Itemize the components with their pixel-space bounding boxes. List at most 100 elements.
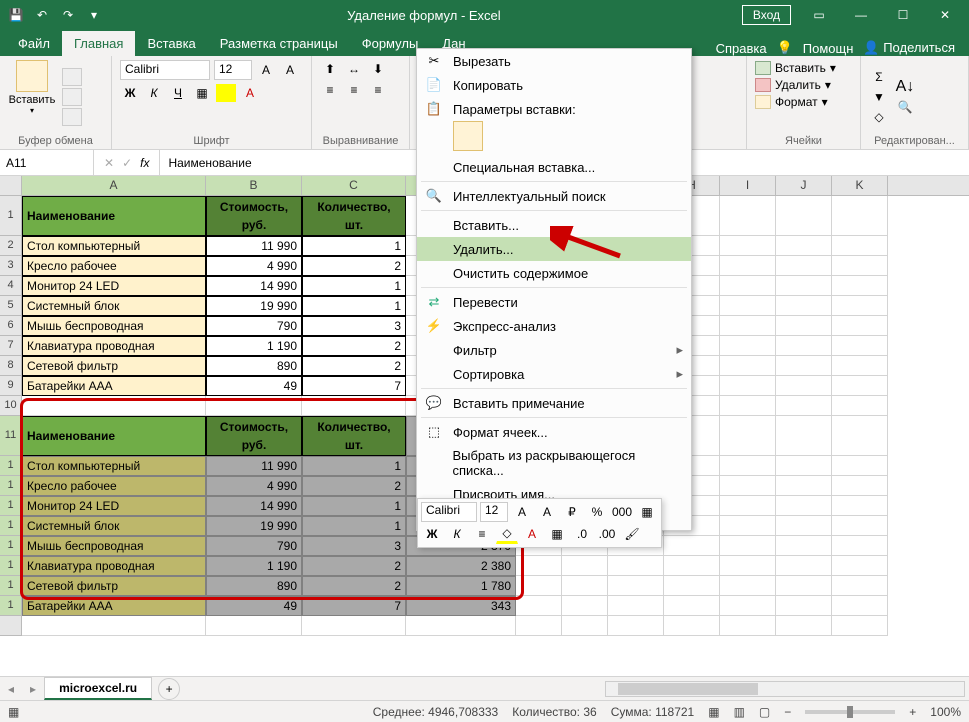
font-name-select[interactable]: Calibri	[120, 60, 210, 80]
cell[interactable]: 1	[302, 456, 406, 476]
cell[interactable]: 7	[302, 376, 406, 396]
row-header[interactable]: 6	[0, 316, 22, 336]
cell[interactable]	[776, 596, 832, 616]
fx-icon[interactable]: fx	[140, 156, 149, 170]
cell[interactable]	[516, 596, 562, 616]
login-button[interactable]: Вход	[742, 5, 791, 25]
cell[interactable]	[720, 316, 776, 336]
cell[interactable]	[776, 196, 832, 236]
cell[interactable]: Количество, шт.	[302, 196, 406, 236]
horizontal-scrollbar[interactable]	[605, 681, 965, 697]
mini-accounting-icon[interactable]: ₽	[561, 502, 583, 522]
cell[interactable]	[832, 256, 888, 276]
cell[interactable]	[776, 576, 832, 596]
ctx-comment[interactable]: 💬Вставить примечание	[417, 391, 691, 415]
cell[interactable]: 7	[302, 596, 406, 616]
row-header[interactable]: 7	[0, 336, 22, 356]
tab-insert[interactable]: Вставка	[135, 31, 207, 56]
tell-me-icon[interactable]: 💡	[777, 40, 793, 56]
align-bot-icon[interactable]: ⬇	[368, 60, 388, 78]
cell[interactable]: 2	[302, 356, 406, 376]
cell[interactable]	[720, 396, 776, 416]
cell[interactable]: 2	[302, 576, 406, 596]
mini-align-icon[interactable]: ≡	[471, 524, 493, 544]
cell[interactable]: Стоимость, руб.	[206, 196, 302, 236]
qa-more-icon[interactable]: ▾	[82, 3, 106, 27]
align-mid-icon[interactable]: ↔	[344, 60, 364, 78]
align-top-icon[interactable]: ⬆	[320, 60, 340, 78]
cell[interactable]: 3	[302, 536, 406, 556]
tell-me[interactable]: Помощн	[803, 41, 854, 56]
cell[interactable]	[720, 476, 776, 496]
col-header[interactable]: C	[302, 176, 406, 195]
cell[interactable]: 1 190	[206, 336, 302, 356]
cell[interactable]	[720, 496, 776, 516]
cell[interactable]: Стоимость, руб.	[206, 416, 302, 456]
cell[interactable]: Системный блок	[22, 296, 206, 316]
cell[interactable]	[720, 576, 776, 596]
cell[interactable]	[720, 276, 776, 296]
ctx-format-cells[interactable]: ⬚Формат ячеек...	[417, 420, 691, 444]
tab-help[interactable]: Справка	[716, 41, 767, 56]
col-header[interactable]: I	[720, 176, 776, 195]
cell[interactable]	[832, 356, 888, 376]
add-sheet-button[interactable]: +	[158, 678, 180, 700]
cell[interactable]: Мышь беспроводная	[22, 536, 206, 556]
tab-page-layout[interactable]: Разметка страницы	[208, 31, 350, 56]
row-header[interactable]: 10	[0, 396, 22, 416]
cut-icon[interactable]	[62, 68, 82, 86]
cell[interactable]: 1	[302, 496, 406, 516]
cell[interactable]	[206, 396, 302, 416]
cell[interactable]	[832, 236, 888, 256]
select-all-corner[interactable]	[0, 176, 22, 195]
cell[interactable]	[562, 596, 608, 616]
cell[interactable]: Клавиатура проводная	[22, 556, 206, 576]
cell[interactable]	[720, 296, 776, 316]
ctx-delete[interactable]: Удалить...	[417, 237, 691, 261]
cell[interactable]	[776, 416, 832, 456]
cell[interactable]: 2	[302, 256, 406, 276]
cell[interactable]: Стол компьютерный	[22, 456, 206, 476]
cell[interactable]	[720, 616, 776, 636]
cell[interactable]	[832, 496, 888, 516]
cell[interactable]	[776, 316, 832, 336]
cell[interactable]	[832, 336, 888, 356]
mini-fill-color-icon[interactable]: ◇	[496, 524, 518, 544]
cell[interactable]: Кресло рабочее	[22, 476, 206, 496]
tab-home[interactable]: Главная	[62, 31, 135, 56]
ctx-clear[interactable]: Очистить содержимое	[417, 261, 691, 285]
cell[interactable]	[776, 276, 832, 296]
cell[interactable]: 19 990	[206, 296, 302, 316]
shrink-font-icon[interactable]: A	[280, 61, 300, 79]
cell[interactable]	[516, 556, 562, 576]
mini-border-icon[interactable]: ▦	[546, 524, 568, 544]
mini-grow-font-icon[interactable]: A	[511, 502, 533, 522]
undo-icon[interactable]: ↶	[30, 3, 54, 27]
row-header[interactable]: 1	[0, 476, 22, 496]
cell[interactable]: 11 990	[206, 236, 302, 256]
cell[interactable]: Сетевой фильтр	[22, 356, 206, 376]
find-icon[interactable]: 🔍	[895, 98, 915, 116]
cell[interactable]: Наименование	[22, 196, 206, 236]
mini-italic[interactable]: К	[446, 524, 468, 544]
cell[interactable]	[832, 376, 888, 396]
ctx-quick-analysis[interactable]: ⚡Экспресс-анализ	[417, 314, 691, 338]
underline-button[interactable]: Ч	[168, 84, 188, 102]
close-icon[interactable]: ✕	[925, 1, 965, 29]
cell[interactable]: Кресло рабочее	[22, 256, 206, 276]
row-header[interactable]: 1	[0, 556, 22, 576]
view-normal-icon[interactable]: ▦	[708, 705, 719, 719]
sheet-nav-prev-icon[interactable]: ◂	[0, 682, 22, 696]
cell[interactable]: 890	[206, 356, 302, 376]
cell[interactable]	[776, 236, 832, 256]
cells-delete-button[interactable]: Удалить ▾	[755, 77, 852, 93]
cell[interactable]: 49	[206, 376, 302, 396]
row-header[interactable]	[0, 616, 22, 636]
row-header[interactable]: 2	[0, 236, 22, 256]
cell[interactable]: 1	[302, 236, 406, 256]
cell[interactable]	[832, 416, 888, 456]
cell[interactable]: 2	[302, 556, 406, 576]
cell[interactable]	[832, 476, 888, 496]
sheet-tab[interactable]: microexcel.ru	[44, 677, 152, 700]
cell[interactable]	[832, 556, 888, 576]
